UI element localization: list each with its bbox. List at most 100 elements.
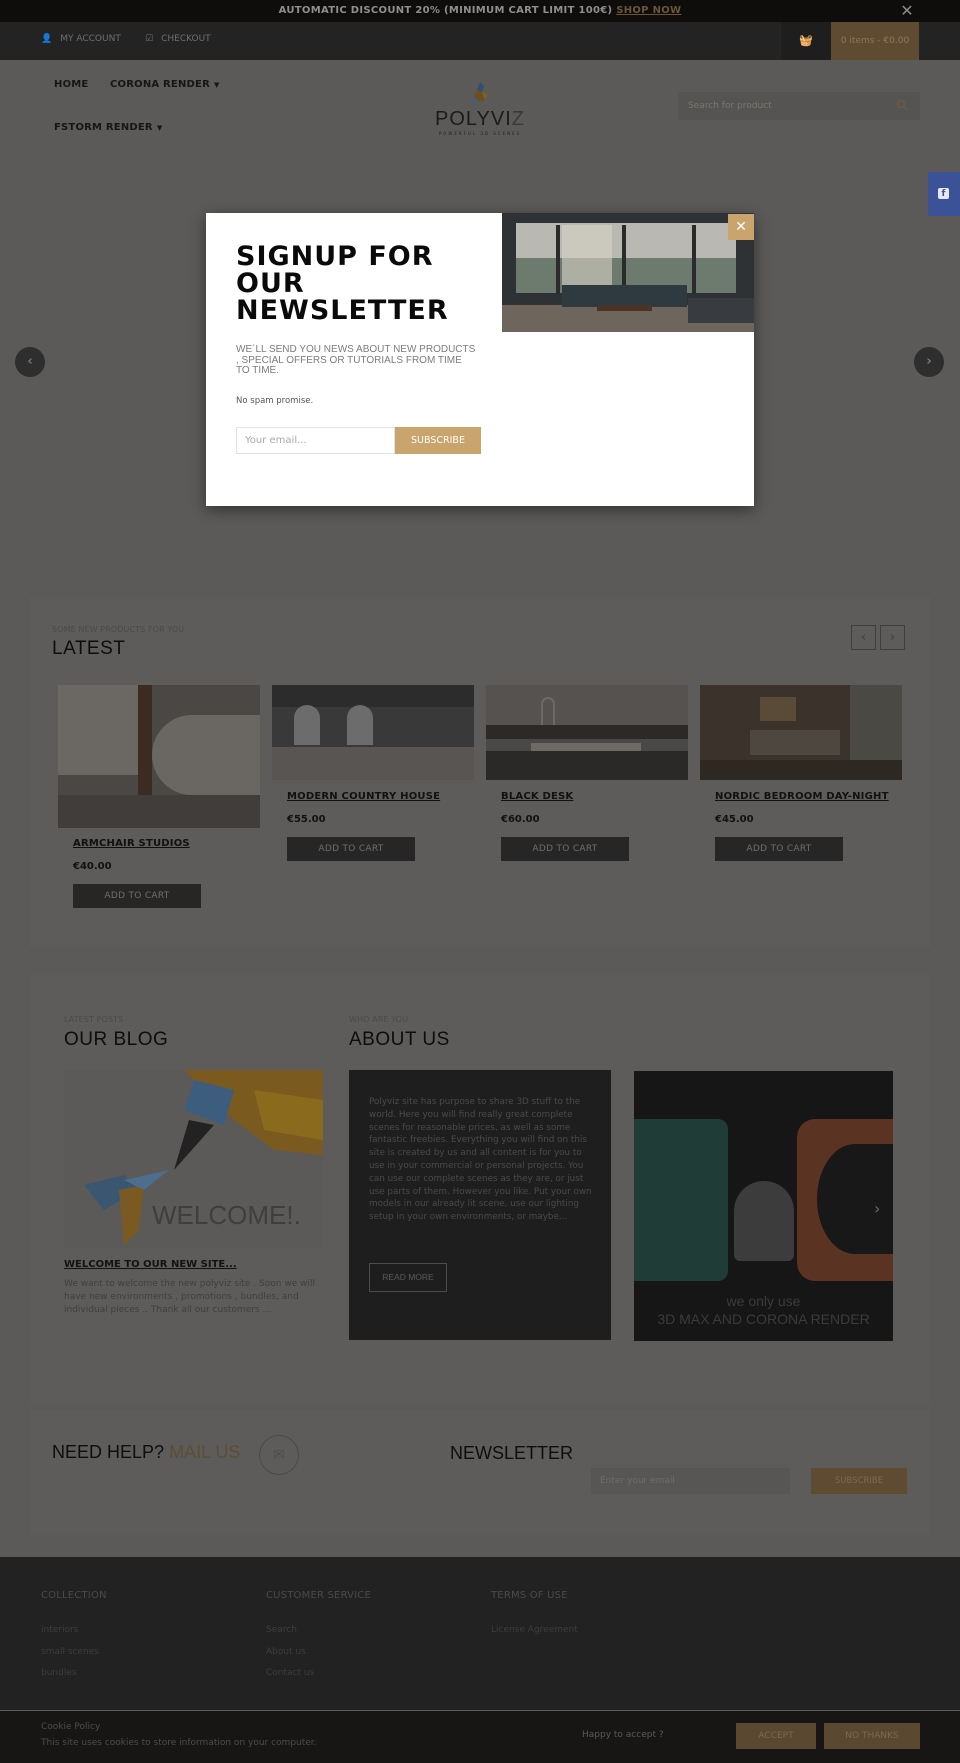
slider-next-button[interactable]: › [914,347,944,377]
modal-title: SIGNUP FOR OUR NEWSLETTER [236,241,449,326]
footer-heading: TERMS OF USE [491,1590,568,1601]
product-image[interactable] [272,685,474,780]
cookie-bar: Cookie Policy This site uses cookies to … [0,1711,960,1763]
product-price: €60.00 [501,814,540,825]
footer-link[interactable]: License Agreement [491,1625,578,1635]
latest-title: LATEST [52,638,126,659]
living-room-image [502,213,754,332]
add-to-cart-button[interactable]: ADD TO CART [715,837,843,861]
promo-text: AUTOMATIC DISCOUNT 20% (MINIMUM CART LIM… [278,5,613,16]
nav-fstorm-label: FSTORM RENDER [54,122,153,133]
about-image-slider[interactable]: we only use 3D MAX AND CORONA RENDER › [634,1071,893,1341]
facebook-button[interactable]: f [928,172,960,216]
about-image-line1: we only use [726,1293,801,1309]
nav-home[interactable]: HOME [54,79,88,90]
footer-heading: COLLECTION [41,1590,107,1601]
product-price: €45.00 [715,814,754,825]
site-logo[interactable]: POLYVIZ POWERFUL 3D SCENES [430,80,530,136]
logo-tagline: POWERFUL 3D SCENES [438,131,522,136]
modal-email-input[interactable] [236,427,395,454]
slider-prev-button[interactable]: ‹ [15,347,45,377]
close-promo-icon[interactable]: ✕ [900,0,914,22]
product-name[interactable]: NORDIC BEDROOM DAY-NIGHT [715,791,889,802]
product-price: €55.00 [287,814,326,825]
newsletter-subscribe-button[interactable]: SUBSCRIBE [811,1468,907,1494]
logo-text-z: Z [511,108,525,130]
modal-spam-note: No spam promise. [236,396,314,406]
footer-link[interactable]: Search [266,1625,297,1635]
promo-bar: AUTOMATIC DISCOUNT 20% (MINIMUM CART LIM… [0,0,960,22]
about-slider-next-icon[interactable]: › [874,1199,880,1218]
3ds-max-logo-icon [634,1119,728,1281]
logo-text-main: POLYVI [435,108,512,130]
about-box: Polyviz site has purpose to share 3D stu… [349,1070,611,1340]
modal-subtitle: WE´LL SEND YOU NEWS ABOUT NEW PRODUCTS ,… [236,344,476,376]
my-account-label: MY ACCOUNT [60,34,121,44]
checkbox-icon: ☑ [145,34,154,44]
newsletter-email-input[interactable] [591,1468,790,1494]
about-image-line2: 3D MAX AND CORONA RENDER [657,1311,870,1327]
user-icon: 👤 [41,34,53,44]
search-icon[interactable] [896,99,910,113]
blog-post-link[interactable]: WELCOME TO OUR NEW SITE... [64,1259,237,1270]
add-to-cart-button[interactable]: ADD TO CART [287,837,415,861]
product-image[interactable] [58,685,260,828]
basket-icon[interactable]: 🧺 [781,22,831,60]
footer-link[interactable]: small scenes [41,1647,99,1657]
modal-subscribe-button[interactable]: SUBSCRIBE [395,427,481,454]
nav-fstorm-render[interactable]: FSTORM RENDER ▼ [54,122,162,133]
about-kicker: WHO ARE YOU [349,1015,409,1024]
cookie-decline-button[interactable]: NO THANKS [824,1723,920,1749]
nav-home-label: HOME [54,79,89,90]
add-to-cart-button[interactable]: ADD TO CART [73,884,201,908]
read-more-button[interactable]: READ MORE [369,1263,447,1292]
product-image[interactable] [486,685,688,780]
footer-heading: CUSTOMER SERVICE [266,1590,372,1601]
about-title: ABOUT US [349,1029,450,1050]
my-account-link[interactable]: 👤 MY ACCOUNT [41,34,121,44]
about-text: Polyviz site has purpose to share 3D stu… [369,1097,592,1223]
checkout-link[interactable]: ☑ CHECKOUT [145,34,211,44]
footer-link[interactable]: interiors [41,1625,78,1635]
product-price: €40.00 [73,861,112,872]
checkout-label: CHECKOUT [161,34,211,44]
meditating-figure-icon [734,1181,794,1261]
search-input[interactable] [678,92,888,120]
footer-link[interactable]: bundles [41,1668,77,1678]
shop-now-link[interactable]: SHOP NOW [616,5,681,16]
product-name[interactable]: BLACK DESK [501,791,573,802]
cart-button[interactable]: 0 items - €0.00 [831,22,919,60]
footer-link[interactable]: About us [266,1647,306,1657]
cookie-text: This site uses cookies to store informat… [41,1738,317,1748]
blog-title: OUR BLOG [64,1029,169,1050]
mail-us-link[interactable]: MAIL US [169,1442,240,1462]
facebook-icon: f [938,188,949,199]
product-image[interactable] [700,685,902,780]
footer: COLLECTION interiors small scenes bundle… [0,1557,960,1710]
need-help-heading: NEED HELP? MAIL US [52,1442,240,1463]
latest-next-button[interactable]: › [880,625,905,650]
newsletter-modal: SIGNUP FOR OUR NEWSLETTER WE´LL SEND YOU… [206,213,754,506]
product-name[interactable]: ARMCHAIR STUDIOS [73,838,190,849]
add-to-cart-button[interactable]: ADD TO CART [501,837,629,861]
latest-prev-button[interactable]: ‹ [851,625,876,650]
welcome-image-text: WELCOME!. [152,1200,301,1230]
hummingbird-illustration: WELCOME!. [84,1070,323,1245]
cookie-accept-button[interactable]: ACCEPT [736,1723,816,1749]
blog-kicker: LATEST POSTS [64,1015,124,1024]
bird-logo-icon [472,82,488,104]
footer-link[interactable]: Contact us [266,1668,314,1678]
mail-icon[interactable]: ✉ [259,1435,299,1475]
logo-text: POLYVIZ [430,108,530,131]
newsletter-footer-title: NEWSLETTER [450,1443,574,1463]
caret-down-icon: ▼ [156,124,163,132]
latest-kicker: SOME NEW PRODUCTS FOR YOU [52,625,185,634]
cookie-title: Cookie Policy [41,1722,101,1732]
caret-down-icon: ▼ [213,81,220,89]
product-name[interactable]: MODERN COUNTRY HOUSE [287,791,440,802]
blog-image[interactable]: WELCOME!. [64,1070,323,1248]
modal-image [502,213,754,332]
nav-corona-label: CORONA RENDER [110,79,210,90]
modal-close-button[interactable]: ✕ [728,214,754,240]
nav-corona-render[interactable]: CORONA RENDER ▼ [110,79,220,90]
